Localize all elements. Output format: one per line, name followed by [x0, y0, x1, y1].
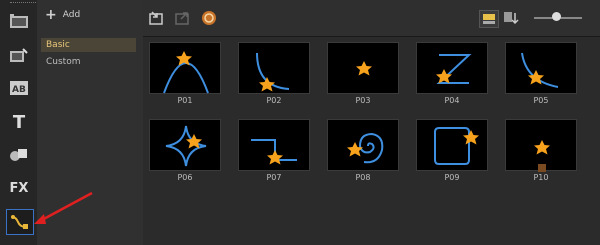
thumbnail-view-icon[interactable]: [479, 10, 499, 28]
thumbnail-size-slider-knob[interactable]: [552, 12, 561, 21]
path-thumbnail: [238, 42, 310, 94]
sort-icon[interactable]: [503, 10, 519, 26]
path-thumbnail: [149, 42, 221, 94]
path-tile-p02[interactable]: P02: [238, 42, 310, 105]
path-tile-p08[interactable]: P08: [327, 119, 399, 182]
path-label: P02: [266, 96, 282, 105]
path-label: P08: [355, 173, 371, 182]
annotation-arrow-icon: [34, 191, 93, 224]
path-tile-p07[interactable]: P07: [238, 119, 310, 182]
path-thumbnail: [505, 42, 577, 94]
path-thumbnail: [416, 119, 488, 171]
path-label: P03: [355, 96, 371, 105]
path-thumbnail: [505, 119, 577, 172]
graphic-icon[interactable]: [6, 143, 32, 167]
path-library-grid: P01 P02 P03 P04 P05 P06 P07 P08 P09 P10: [143, 37, 600, 245]
path-thumbnail: [327, 42, 399, 94]
path-thumbnail: [416, 42, 488, 94]
path-tile-p04[interactable]: P04: [416, 42, 488, 105]
path-tile-p06[interactable]: P06: [149, 119, 221, 182]
path-tile-p10[interactable]: P10: [505, 119, 577, 182]
transition-icon-label: AB: [12, 85, 26, 95]
path-label: P06: [177, 173, 193, 182]
path-thumbnail: [238, 119, 310, 171]
path-label: P10: [533, 173, 549, 182]
path-tile-p09[interactable]: P09: [416, 119, 488, 182]
path-tile-p05[interactable]: P05: [505, 42, 577, 105]
export-icon[interactable]: [174, 10, 190, 26]
library-toolbar: [143, 0, 600, 37]
title-icon-label: T: [12, 111, 26, 133]
media-icon[interactable]: [6, 10, 32, 34]
import-icon[interactable]: [148, 10, 164, 26]
add-button-label: Add: [62, 10, 81, 20]
path-label: P04: [444, 96, 460, 105]
path-thumbnail: [327, 119, 399, 171]
title-icon[interactable]: T: [6, 110, 32, 134]
online-content-icon[interactable]: [201, 10, 217, 26]
path-label: P09: [444, 173, 460, 182]
instant-project-icon[interactable]: [6, 44, 32, 68]
path-tile-p01[interactable]: P01: [149, 42, 221, 105]
path-label: P07: [266, 173, 282, 182]
plus-icon: +: [45, 7, 57, 23]
category-basic[interactable]: Basic: [41, 38, 136, 52]
category-custom[interactable]: Custom: [41, 55, 136, 69]
path-label: P05: [533, 96, 549, 105]
path-thumbnail: [149, 119, 221, 171]
transition-icon[interactable]: AB: [6, 76, 32, 100]
path-tile-p03[interactable]: P03: [327, 42, 399, 105]
add-button[interactable]: + Add: [45, 7, 81, 23]
path-label: P01: [177, 96, 193, 105]
